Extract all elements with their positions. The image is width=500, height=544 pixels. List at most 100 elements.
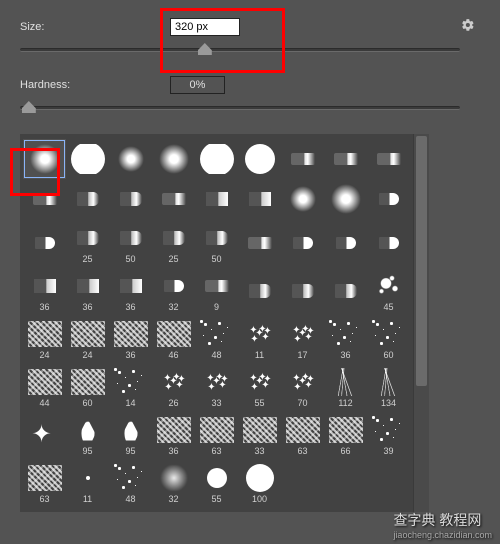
brush-size-label: 25 <box>168 254 178 264</box>
hardness-label: Hardness: <box>20 79 170 91</box>
watermark: 查字典 教程网 jiaocheng.chazidian.com <box>393 510 492 540</box>
brush-preset[interactable]: 46 <box>152 315 195 363</box>
brush-preset[interactable]: ✦17 <box>281 315 324 363</box>
brush-preset[interactable]: 48 <box>195 315 238 363</box>
brush-preset[interactable]: 32 <box>152 267 195 315</box>
brush-size-label: 9 <box>214 302 219 312</box>
brush-preset[interactable]: 32 <box>152 459 195 507</box>
brush-preset[interactable]: 63 <box>23 459 66 507</box>
brush-preset[interactable]: 95 <box>66 411 109 459</box>
brush-size-label: 60 <box>82 398 92 408</box>
brush-preset[interactable]: 45 <box>367 267 410 315</box>
brush-preset[interactable]: 66 <box>324 411 367 459</box>
brush-size-label: 11 <box>83 494 92 504</box>
brush-preset[interactable]: ✦55 <box>238 363 281 411</box>
brush-preset[interactable] <box>367 139 410 179</box>
brush-preset[interactable]: 36 <box>109 315 152 363</box>
brush-preset[interactable] <box>281 179 324 219</box>
brush-preset[interactable] <box>324 139 367 179</box>
brush-preset[interactable] <box>238 139 281 179</box>
hardness-slider[interactable] <box>20 100 460 116</box>
brush-size-label: 24 <box>39 350 49 360</box>
brush-size-label: 26 <box>168 398 178 408</box>
brush-preset[interactable]: ✦ <box>23 411 66 459</box>
brush-preset[interactable] <box>324 267 367 315</box>
brush-preset[interactable] <box>152 139 195 179</box>
brush-preset[interactable] <box>367 219 410 267</box>
brush-preset[interactable]: 112 <box>324 363 367 411</box>
brush-size-label: 32 <box>168 494 178 504</box>
brush-preset[interactable]: ✦11 <box>238 315 281 363</box>
brush-preset[interactable]: 36 <box>109 267 152 315</box>
brush-preset[interactable] <box>23 219 66 267</box>
brush-preset[interactable]: 60 <box>367 315 410 363</box>
brush-size-label: 25 <box>82 254 92 264</box>
brush-preset[interactable] <box>324 179 367 219</box>
brush-preset[interactable]: ✦70 <box>281 363 324 411</box>
brush-preset[interactable]: 44 <box>23 363 66 411</box>
brush-preset[interactable] <box>66 139 109 179</box>
brush-preset[interactable] <box>281 267 324 315</box>
brush-preset[interactable]: 25 <box>66 219 109 267</box>
brush-preset[interactable]: ✦33 <box>195 363 238 411</box>
brush-preset[interactable]: 36 <box>23 267 66 315</box>
brush-preset[interactable] <box>367 179 410 219</box>
brush-preset[interactable] <box>66 179 109 219</box>
brush-preset[interactable] <box>281 139 324 179</box>
size-slider[interactable] <box>20 42 460 58</box>
brush-preset[interactable]: 100 <box>238 459 281 507</box>
brush-preset[interactable] <box>195 139 238 179</box>
gear-icon[interactable] <box>461 18 475 35</box>
brush-preset[interactable]: 36 <box>324 315 367 363</box>
brush-size-label: 14 <box>125 398 135 408</box>
size-input[interactable] <box>170 18 240 36</box>
brush-preset[interactable]: 39 <box>367 411 410 459</box>
brush-preset[interactable]: 48 <box>109 459 152 507</box>
brush-size-label: 24 <box>82 350 92 360</box>
scrollbar[interactable] <box>413 134 429 512</box>
brush-preset[interactable]: 11 <box>66 459 109 507</box>
brush-size-label: 60 <box>383 350 393 360</box>
brush-grid: 25502550363636329452424364648✦11✦1736604… <box>20 134 413 512</box>
brush-preset[interactable]: 24 <box>23 315 66 363</box>
brush-preset[interactable] <box>324 219 367 267</box>
brush-size-label: 55 <box>211 494 221 504</box>
size-slider-thumb[interactable] <box>198 43 212 55</box>
brush-preset[interactable] <box>281 219 324 267</box>
brush-preset[interactable]: 14 <box>109 363 152 411</box>
brush-preset[interactable]: 33 <box>238 411 281 459</box>
brush-preset[interactable]: 63 <box>281 411 324 459</box>
brush-preset[interactable]: 25 <box>152 219 195 267</box>
size-row: Size: <box>20 18 480 36</box>
brush-size-label: 36 <box>82 302 92 312</box>
brush-preset[interactable]: 36 <box>152 411 195 459</box>
brush-preset[interactable]: ✦26 <box>152 363 195 411</box>
brush-preset[interactable] <box>238 267 281 315</box>
brush-preset[interactable]: 50 <box>109 219 152 267</box>
brush-preset[interactable] <box>238 219 281 267</box>
brush-preset[interactable] <box>152 179 195 219</box>
brush-size-label: 55 <box>254 398 264 408</box>
brush-empty <box>281 459 324 499</box>
brush-preset[interactable] <box>23 139 66 179</box>
brush-preset[interactable]: 36 <box>66 267 109 315</box>
brush-preset[interactable]: 95 <box>109 411 152 459</box>
brush-size-label: 11 <box>255 350 264 360</box>
brush-preset[interactable]: 63 <box>195 411 238 459</box>
brush-preset[interactable] <box>23 179 66 219</box>
brush-preset[interactable] <box>238 179 281 219</box>
brush-preset[interactable] <box>109 139 152 179</box>
brush-preset[interactable]: 55 <box>195 459 238 507</box>
hardness-slider-thumb[interactable] <box>22 101 36 113</box>
brush-preset[interactable] <box>195 179 238 219</box>
brush-preset[interactable]: 50 <box>195 219 238 267</box>
brush-preset[interactable]: 134 <box>367 363 410 411</box>
hardness-value[interactable]: 0% <box>170 76 225 94</box>
brush-preset[interactable] <box>109 179 152 219</box>
brush-preset[interactable]: 60 <box>66 363 109 411</box>
scrollbar-thumb[interactable] <box>416 136 427 386</box>
brush-size-label: 100 <box>252 494 267 504</box>
brush-size-label: 33 <box>211 398 221 408</box>
brush-preset[interactable]: 24 <box>66 315 109 363</box>
brush-preset[interactable]: 9 <box>195 267 238 315</box>
